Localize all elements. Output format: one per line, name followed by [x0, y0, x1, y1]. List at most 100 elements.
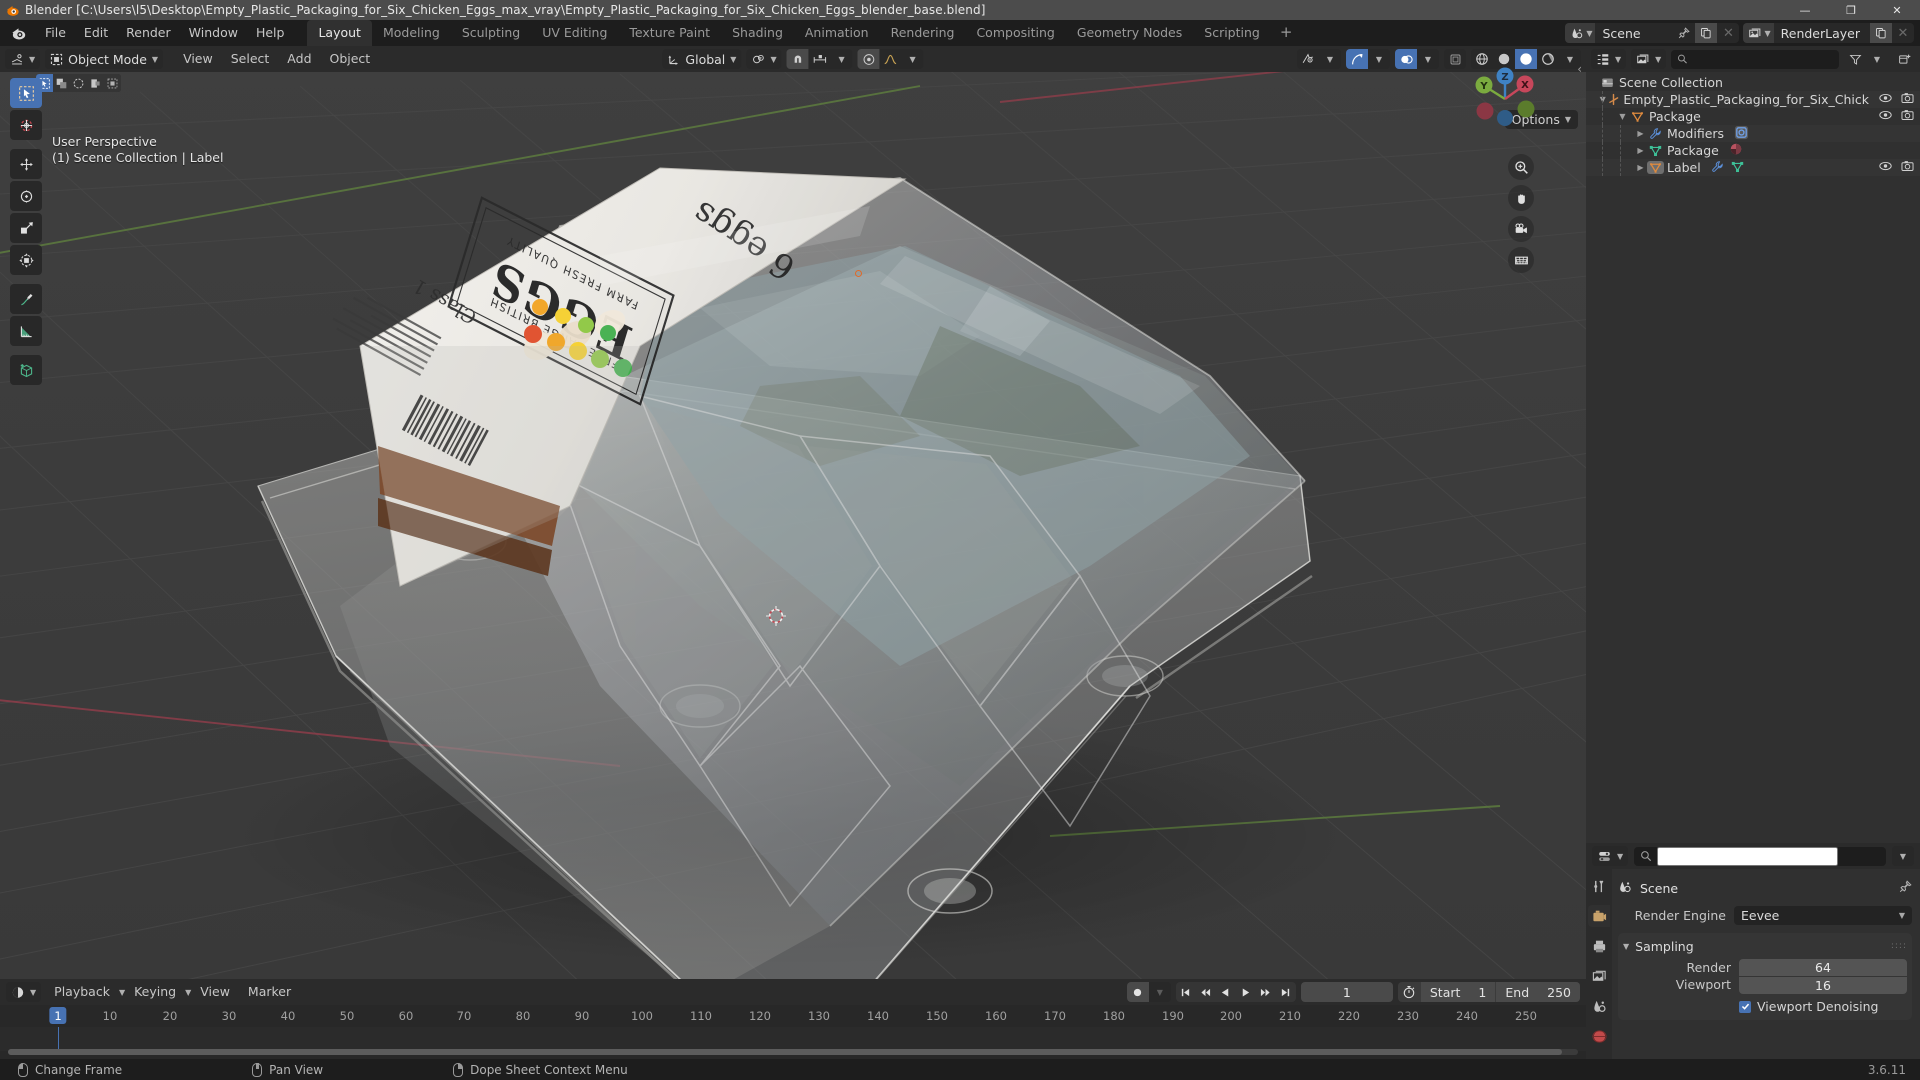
- world-tab[interactable]: [1588, 1025, 1610, 1047]
- viewport-canvas[interactable]: EGGS FREE RANGE BRITISH FARM FRESH QUALI…: [0, 46, 1586, 979]
- chevron-down-icon[interactable]: ▼: [902, 49, 924, 69]
- add-cube-tool[interactable]: [10, 355, 42, 385]
- scene-icon[interactable]: ▼: [1565, 23, 1596, 43]
- view-layer-tab[interactable]: [1588, 965, 1610, 987]
- tab-sculpting[interactable]: Sculpting: [451, 20, 531, 46]
- wrench-icon[interactable]: [1711, 160, 1724, 176]
- tab-rendering[interactable]: Rendering: [880, 20, 966, 46]
- tab-uv-editing[interactable]: UV Editing: [531, 20, 618, 46]
- properties-editor[interactable]: ▼ ▼ Scene Render Engine Eevee ▼ ▼ Sampli…: [1586, 843, 1920, 1080]
- outliner-row-scene-collection[interactable]: Scene Collection: [1586, 74, 1920, 91]
- eye-icon[interactable]: [1879, 160, 1892, 175]
- output-tab[interactable]: [1588, 935, 1610, 957]
- sampling-render-value[interactable]: 64: [1739, 959, 1907, 976]
- rotate-tool[interactable]: [10, 181, 42, 211]
- transform-orientation-selector[interactable]: Global ▼: [662, 49, 742, 69]
- blender-menu-icon[interactable]: [6, 22, 30, 44]
- minimize-button[interactable]: —: [1782, 0, 1828, 20]
- outliner-editor-type[interactable]: ▼: [1591, 49, 1627, 69]
- new-collection-icon[interactable]: [1893, 49, 1915, 69]
- renderlayers-icon[interactable]: ▼: [1743, 23, 1774, 43]
- menu-help[interactable]: Help: [247, 22, 294, 44]
- mesh-tri-icon[interactable]: [1731, 160, 1744, 176]
- viewport-menu-object[interactable]: Object: [321, 48, 380, 70]
- outliner-row-empty-plastic-packaging[interactable]: ▼ Empty_Plastic_Packaging_for_Six_Chick: [1586, 91, 1920, 108]
- cursor-tool[interactable]: [10, 110, 42, 140]
- tab-compositing[interactable]: Compositing: [965, 20, 1065, 46]
- material-icon[interactable]: [1729, 142, 1743, 159]
- measure-tool[interactable]: [10, 316, 42, 346]
- viewport-nav-buttons[interactable]: [1508, 154, 1534, 273]
- camera-icon[interactable]: [1508, 216, 1534, 242]
- frame-range-controls[interactable]: Start 1 End 250: [1397, 982, 1580, 1002]
- unlink-scene-icon[interactable]: ✕: [1717, 23, 1739, 43]
- viewport-menu-select[interactable]: Select: [222, 48, 279, 70]
- eye-icon[interactable]: [1879, 109, 1892, 124]
- tweak-tool[interactable]: [10, 78, 42, 108]
- sampling-viewport-value[interactable]: 16: [1739, 976, 1907, 994]
- chevron-down-icon[interactable]: ▼: [1319, 49, 1341, 69]
- tab-animation[interactable]: Animation: [794, 20, 880, 46]
- outliner-row-modifiers[interactable]: ▶ Modifiers: [1586, 125, 1920, 142]
- pin-icon[interactable]: [1899, 880, 1912, 896]
- outliner-editor[interactable]: ▼ ▼ ▼ Scene Collection ▼ Empty_Plastic_P…: [1586, 46, 1920, 843]
- new-view-layer-icon[interactable]: [1870, 23, 1892, 43]
- maximize-button[interactable]: ❐: [1828, 0, 1874, 20]
- properties-search-input[interactable]: [1657, 846, 1839, 866]
- render-tab[interactable]: [1588, 905, 1610, 927]
- auto-keying-toggle[interactable]: ▼: [1126, 982, 1171, 1002]
- gizmo-icon[interactable]: [1346, 49, 1368, 69]
- xray-icon[interactable]: [1444, 49, 1466, 69]
- menu-render[interactable]: Render: [117, 22, 180, 44]
- outliner-restrict-toggles[interactable]: [1869, 160, 1914, 175]
- properties-tab-strip[interactable]: [1586, 869, 1612, 1080]
- expand-toggle[interactable]: ▶: [1634, 129, 1647, 138]
- snap-target-icon[interactable]: [809, 49, 831, 69]
- properties-editor-type[interactable]: ▼: [1592, 846, 1629, 866]
- chevron-down-icon[interactable]: ▼: [1149, 982, 1171, 1002]
- timeline-playhead[interactable]: [58, 1027, 59, 1051]
- navigation-gizmo[interactable]: Z Y X: [1466, 60, 1544, 138]
- timeline-menu-playback[interactable]: Playback: [45, 981, 119, 1003]
- overlays-icon[interactable]: [1395, 49, 1417, 69]
- overlays-toggle[interactable]: ▼: [1395, 49, 1439, 69]
- frame-start-cell[interactable]: Start 1: [1420, 982, 1496, 1002]
- add-workspace-button[interactable]: +: [1271, 22, 1302, 46]
- lasso-select-icon[interactable]: [87, 74, 104, 92]
- gizmo-toggle[interactable]: ▼: [1346, 49, 1390, 69]
- menu-window[interactable]: Window: [180, 22, 247, 44]
- timeline-scrollbar-thumb[interactable]: [8, 1049, 1563, 1055]
- visibility-selector[interactable]: ▼: [1297, 49, 1341, 69]
- tab-scripting[interactable]: Scripting: [1193, 20, 1271, 46]
- expand-toggle[interactable]: ▼: [1616, 112, 1629, 121]
- tab-layout[interactable]: Layout: [307, 20, 372, 46]
- outliner-search-input[interactable]: [1693, 52, 1833, 66]
- next-keyframe-icon[interactable]: [1255, 982, 1276, 1002]
- timeline-ruler[interactable]: 10 20 30 40 50 60 70 80 90 100 110 120 1…: [0, 1005, 1586, 1027]
- new-scene-copy-icon[interactable]: [1695, 23, 1718, 43]
- render-engine-dropdown[interactable]: Eevee ▼: [1734, 905, 1912, 925]
- zoom-icon[interactable]: [1508, 154, 1534, 180]
- outliner-restrict-toggles[interactable]: [1869, 109, 1914, 124]
- remove-view-layer-icon[interactable]: ✕: [1892, 23, 1914, 43]
- camera-icon[interactable]: [1901, 92, 1914, 107]
- view-layer-name[interactable]: RenderLayer: [1774, 26, 1870, 41]
- menu-file[interactable]: File: [36, 22, 75, 44]
- close-button[interactable]: ✕: [1874, 0, 1920, 20]
- select-mode-group[interactable]: [36, 74, 121, 92]
- 3d-viewport[interactable]: EGGS FREE RANGE BRITISH FARM FRESH QUALI…: [0, 46, 1586, 979]
- chevron-down-icon[interactable]: ▼: [1417, 49, 1439, 69]
- transform-tool[interactable]: [10, 245, 42, 275]
- viewport-denoising-checkbox[interactable]: [1739, 1000, 1751, 1013]
- scale-tool[interactable]: [10, 213, 42, 243]
- scene-name[interactable]: Scene: [1595, 26, 1673, 41]
- snap-controls[interactable]: ▼: [786, 49, 853, 69]
- properties-options-button[interactable]: ▼: [1892, 846, 1914, 866]
- tool-tab[interactable]: [1588, 875, 1610, 897]
- chevron-down-icon[interactable]: ▼: [831, 49, 853, 69]
- expand-toggle[interactable]: ▶: [1634, 146, 1647, 155]
- outliner-search[interactable]: [1671, 49, 1839, 69]
- modifier-icon[interactable]: [1734, 125, 1749, 143]
- magnet-icon[interactable]: [786, 49, 809, 69]
- timeline-scrollbar[interactable]: [8, 1049, 1578, 1055]
